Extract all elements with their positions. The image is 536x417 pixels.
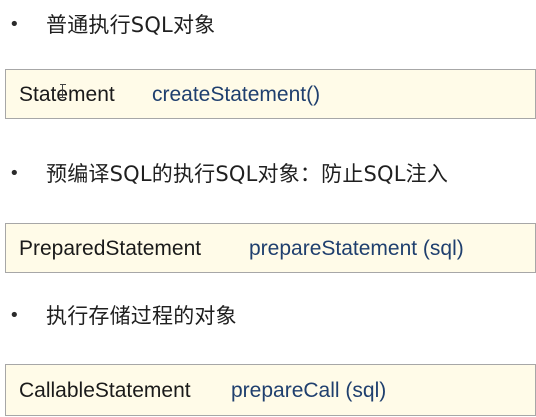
bullet-3: •: [9, 304, 20, 326]
section-1-heading: 普通执行SQL对象: [46, 13, 216, 37]
callable-statement-code-box: CallableStatement prepareCall (sql): [5, 364, 536, 416]
bullet-2: •: [9, 162, 20, 184]
section-3-heading: 执行存储过程的对象: [46, 304, 237, 328]
prepared-statement-class-name: PreparedStatement: [19, 237, 202, 261]
bullet-1: •: [9, 13, 20, 35]
prepare-call-method: prepareCall (sql): [231, 379, 387, 403]
prepare-statement-method: prepareStatement (sql): [249, 237, 464, 261]
statement-code-box: Statement createStatement(): [5, 69, 536, 119]
prepared-statement-code-box: PreparedStatement prepareStatement (sql): [5, 223, 536, 273]
callable-statement-class-name: CallableStatement: [19, 379, 191, 403]
section-2-heading: 预编译SQL的执行SQL对象：防止SQL注入: [46, 162, 449, 186]
create-statement-method: createStatement(): [152, 83, 321, 107]
text-cursor-icon: [60, 84, 69, 98]
